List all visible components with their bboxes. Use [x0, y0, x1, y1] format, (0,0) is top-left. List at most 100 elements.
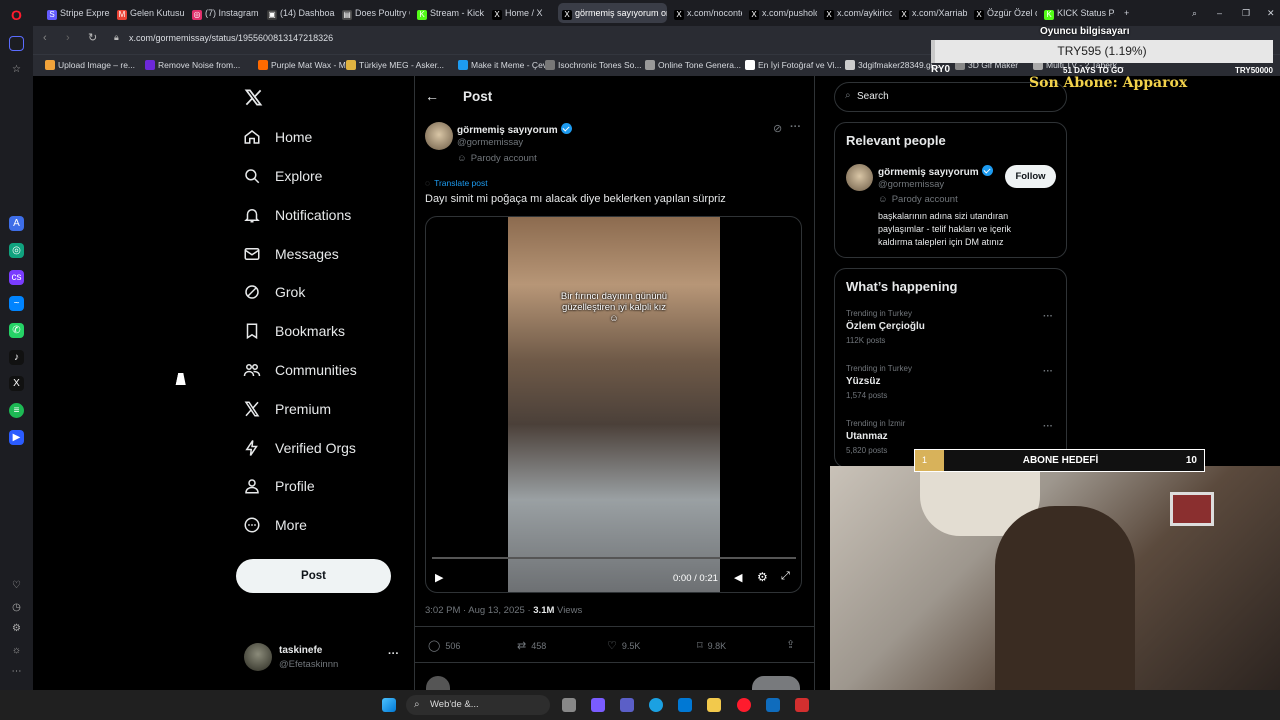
bookmark-item[interactable]: En İyi Fotoğraf ve Vi... — [745, 60, 841, 70]
outlook-icon[interactable] — [766, 698, 780, 712]
tab-7[interactable]: Xgörmemiş sayıyorum on — [558, 3, 667, 23]
x-logo-icon[interactable] — [244, 88, 263, 112]
cs-icon[interactable]: cs — [9, 270, 24, 285]
relevant-handle[interactable]: @gormemissay — [878, 179, 944, 190]
whatsapp-icon[interactable]: ✆ — [9, 323, 24, 338]
nav-item-home[interactable]: Home — [243, 122, 312, 152]
settings-gear-icon[interactable]: ⚙ — [757, 570, 768, 584]
like-button[interactable]: ♡ 9.5K — [607, 639, 640, 652]
account-more-icon[interactable]: ··· — [388, 648, 399, 660]
more-dots-icon[interactable]: ⋯ — [9, 664, 24, 679]
tab-0[interactable]: SStripe Express — [43, 3, 110, 23]
nav-item-notifications[interactable]: Notifications — [243, 200, 351, 230]
avatar[interactable] — [244, 643, 272, 671]
minimize-icon[interactable]: – — [1213, 3, 1229, 23]
repost-button[interactable]: ⇄ 458 — [517, 639, 546, 652]
chatgpt-icon[interactable]: ◎ — [9, 243, 24, 258]
trend-item[interactable]: Trending in Turkey Özlem Çerçioğlu 112K po… — [846, 309, 925, 345]
trend-more-icon[interactable]: ··· — [1043, 311, 1053, 322]
url-text[interactable]: x.com/gormemissay/status/195560081314721… — [129, 33, 333, 43]
home-icon[interactable] — [9, 36, 24, 51]
video-progress-track[interactable] — [432, 557, 796, 559]
nav-item-bookmarks[interactable]: Bookmarks — [243, 316, 345, 346]
bookmark-item[interactable]: Türkiye MEG - Asker... — [346, 60, 444, 70]
tab-1[interactable]: MGelen Kutusu (5 — [113, 3, 185, 23]
tab-10[interactable]: Xx.com/aykirico — [820, 3, 892, 23]
reply-button[interactable]: ◯ 506 — [428, 639, 460, 652]
bookmark-item[interactable]: Upload Image – re... — [45, 60, 135, 70]
tab-9[interactable]: Xx.com/pushold — [745, 3, 817, 23]
nav-item-communities[interactable]: Communities — [243, 355, 357, 385]
reply-submit-button[interactable] — [752, 676, 800, 690]
spotify-icon[interactable]: ≡ — [9, 403, 24, 418]
bookmark-button[interactable]: ⌑ 9.8K — [697, 639, 726, 652]
store-icon[interactable] — [678, 698, 692, 712]
post-more-icon[interactable]: ··· — [790, 121, 801, 133]
history-icon[interactable]: ◷ — [9, 600, 24, 615]
task-view-icon[interactable] — [562, 698, 576, 712]
author-avatar[interactable] — [425, 122, 453, 150]
new-tab-icon[interactable]: + — [1120, 3, 1134, 23]
wps-icon[interactable] — [795, 698, 809, 712]
settings-icon[interactable]: ⚙ — [9, 621, 24, 636]
tab-13[interactable]: KKICK Status Pag — [1040, 3, 1115, 23]
player-icon[interactable]: ▶ — [9, 430, 24, 445]
back-icon[interactable]: ‹ — [43, 32, 47, 44]
bookmark-item[interactable]: 3dgifmaker28349.gi... — [845, 60, 940, 70]
nav-item-explore[interactable]: Explore — [243, 161, 322, 191]
play-icon[interactable]: ▶ — [435, 571, 443, 584]
tab-4[interactable]: ▤ Does Poultry C — [338, 3, 410, 23]
tab-11[interactable]: Xx.com/Xarriabl — [895, 3, 967, 23]
trend-more-icon[interactable]: ··· — [1043, 366, 1053, 377]
tab-12[interactable]: XÖzgür Özel on — [970, 3, 1037, 23]
star-icon[interactable]: ☆ — [9, 62, 24, 77]
bookmark-item[interactable]: Purple Mat Wax - M... — [258, 60, 353, 70]
maximize-icon[interactable]: ❐ — [1238, 3, 1254, 23]
messenger-icon[interactable]: ~ — [9, 296, 24, 311]
taskbar-search[interactable]: ⌕ Web'de &... — [406, 695, 550, 715]
relevant-avatar[interactable] — [846, 164, 873, 191]
tab-6[interactable]: X Home / X — [488, 3, 555, 23]
nav-item-grok[interactable]: Grok — [243, 277, 305, 307]
nav-item-premium[interactable]: Premium — [243, 394, 331, 424]
share-icon[interactable]: ⇪ — [786, 638, 795, 651]
nav-item-profile[interactable]: Profile — [243, 471, 315, 501]
windows-start-icon[interactable] — [382, 698, 396, 712]
translate-link[interactable]: ◌ Translate post — [425, 178, 488, 188]
teams-icon[interactable] — [620, 698, 634, 712]
close-icon[interactable]: ✕ — [1263, 3, 1279, 23]
opera-logo-icon[interactable]: O — [9, 8, 24, 23]
nav-item-more[interactable]: More — [243, 510, 307, 540]
grok-icon[interactable]: ⊘ — [773, 122, 782, 135]
volume-icon[interactable]: ◀︎ — [734, 571, 742, 584]
bookmark-item[interactable]: Isochronic Tones So... — [545, 60, 641, 70]
tab-5[interactable]: KStream - Kick D — [413, 3, 485, 23]
nav-item-messages[interactable]: Messages — [243, 239, 339, 269]
explorer-icon[interactable] — [707, 698, 721, 712]
reload-icon[interactable]: ↻ — [88, 31, 97, 44]
follow-button[interactable]: Follow — [1005, 165, 1056, 188]
opera-taskbar-icon[interactable] — [737, 698, 751, 712]
fullscreen-icon[interactable]: ⤢ — [781, 570, 790, 583]
search-icon[interactable]: ⌕ — [1188, 3, 1204, 23]
copilot-icon[interactable] — [591, 698, 605, 712]
trend-more-icon[interactable]: ··· — [1043, 421, 1053, 432]
forward-icon[interactable]: › — [66, 32, 70, 44]
tiktok-icon[interactable]: ♪ — [9, 350, 24, 365]
x-icon[interactable]: X — [9, 376, 24, 391]
tab-8[interactable]: Xx.com/noconte — [670, 3, 742, 23]
heart-icon[interactable]: ♡ — [9, 578, 24, 593]
back-arrow-icon[interactable]: ← — [425, 88, 439, 104]
nav-item-verified-orgs[interactable]: Verified Orgs — [243, 433, 356, 463]
bookmark-item[interactable]: Make it Meme - Çev... — [458, 60, 554, 70]
edge-icon[interactable] — [649, 698, 663, 712]
post-button[interactable]: Post — [236, 559, 391, 593]
video-player[interactable]: Bir fırıncı dayının gününü güzelleştiren… — [425, 216, 802, 593]
trend-item[interactable]: Trending in Turkey Yüzsüz 1,574 posts — [846, 364, 912, 400]
tab-2[interactable]: ◎ (7) Instagram — [188, 3, 260, 23]
author-name[interactable]: görmemiş sayıyorum — [457, 123, 572, 136]
author-handle[interactable]: @gormemissay — [457, 137, 523, 148]
video-frame[interactable]: Bir fırıncı dayının gününü güzelleştiren… — [508, 217, 720, 592]
tab-3[interactable]: ▣(14) Dashboard — [263, 3, 335, 23]
relevant-name[interactable]: görmemiş sayıyorum — [878, 165, 993, 178]
